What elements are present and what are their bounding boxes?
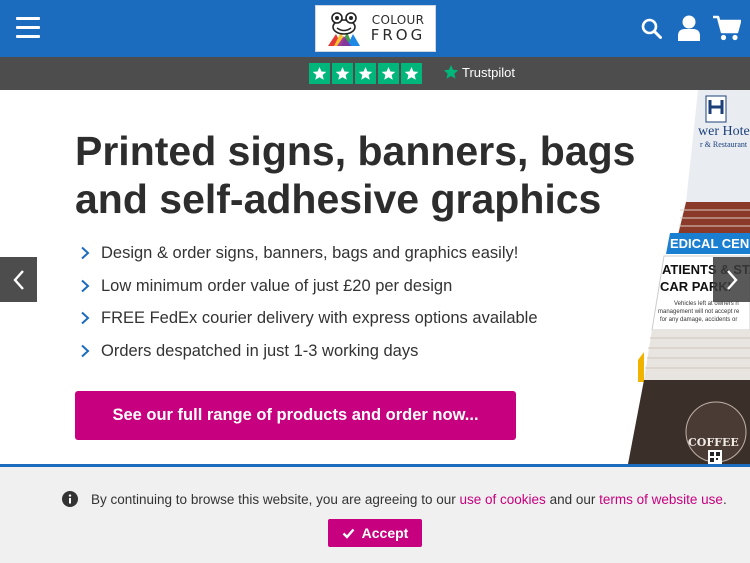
cookies-policy-link[interactable]: use of cookies (459, 492, 545, 507)
feature-text: Orders despatched in just 1-3 working da… (101, 341, 419, 360)
chevron-left-icon (12, 269, 24, 290)
accept-cookies-button[interactable]: Accept (328, 519, 422, 547)
collage-notice-line-2: management will not accept re (658, 309, 740, 315)
chevron-right-icon (726, 269, 738, 290)
logo-line-2: FROG (370, 26, 426, 44)
collage-notice-line-3: for any damage, accidents or (660, 317, 737, 323)
chevron-right-icon (81, 246, 90, 260)
star-icon (309, 63, 330, 84)
site-header: COLOUR FROG (0, 0, 750, 57)
headline-line-1: Printed signs, banners, bags (75, 128, 636, 174)
hero-slider: Printed signs, banners, bags and self-ad… (0, 90, 750, 464)
hero-headline: Printed signs, banners, bags and self-ad… (75, 127, 675, 223)
chevron-right-icon (81, 344, 90, 357)
chevron-right-icon (81, 311, 90, 325)
trustpilot-label: Trustpilot (462, 64, 515, 80)
trustpilot-logo[interactable]: Trustpilot (443, 64, 515, 80)
list-item: Low minimum order value of just £20 per … (78, 274, 538, 307)
logo-wordmark: COLOUR FROG (366, 14, 430, 43)
collage-hotel-subtext: r & Restaurant (700, 140, 748, 149)
trustpilot-star-icon (443, 65, 459, 79)
feature-text: FREE FedEx courier delivery with express… (101, 309, 538, 327)
account-icon[interactable] (678, 15, 700, 41)
cookie-text-middle: and our (549, 491, 596, 507)
list-item: Design & order signs, banners, bags and … (78, 241, 538, 274)
cookie-message: By continuing to browse this website, yo… (62, 491, 727, 507)
info-icon (62, 491, 78, 507)
star-icon (355, 63, 376, 84)
trustpilot-bar: Trustpilot (0, 57, 750, 90)
feature-text: Low minimum order value of just £20 per … (101, 276, 453, 295)
slider-next-button[interactable] (713, 257, 750, 302)
cart-icon[interactable] (713, 15, 741, 41)
products-cta-button[interactable]: See our full range of products and order… (75, 391, 516, 440)
cookie-banner: By continuing to browse this website, yo… (0, 464, 750, 563)
feature-list: Design & order signs, banners, bags and … (78, 241, 538, 371)
accept-label: Accept (361, 525, 409, 541)
logo-line-1: COLOUR (371, 13, 425, 27)
search-icon[interactable] (641, 18, 662, 39)
collage-medical-text: EDICAL CEN (670, 236, 749, 251)
terms-link[interactable]: terms of website use (599, 492, 723, 507)
star-icon (378, 63, 399, 84)
feature-text: Design & order signs, banners, bags and … (101, 244, 519, 262)
star-icon (401, 63, 422, 84)
list-item: FREE FedEx courier delivery with express… (78, 306, 538, 339)
collage-coffee-text: COFFEE (688, 436, 739, 449)
headline-line-2: and self-adhesive graphics (75, 176, 602, 222)
chevron-right-icon (81, 279, 90, 292)
menu-icon[interactable] (16, 17, 40, 39)
slider-prev-button[interactable] (0, 257, 37, 302)
cookie-text-end: . (722, 491, 727, 507)
collage-hotel-text: wer Hote (698, 124, 750, 139)
logo[interactable]: COLOUR FROG (315, 5, 436, 52)
star-icon (332, 63, 353, 84)
trustpilot-stars[interactable] (309, 63, 422, 84)
list-item: Orders despatched in just 1-3 working da… (78, 339, 538, 372)
cookie-text-before: By continuing to browse this website, yo… (91, 491, 456, 507)
check-icon (342, 528, 355, 539)
frog-logo-icon (328, 12, 360, 46)
